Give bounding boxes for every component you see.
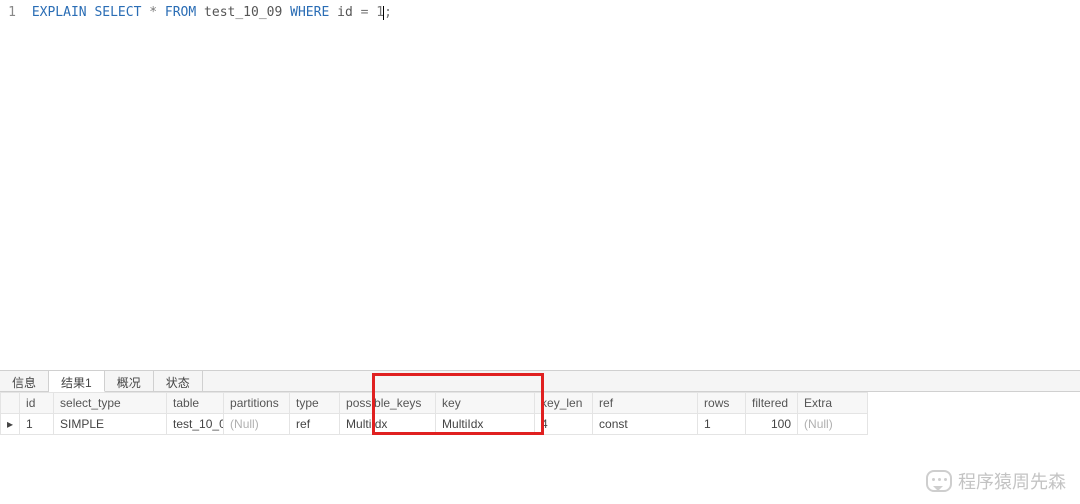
line-number: 1 [0,4,24,22]
kw-explain: EXPLAIN [32,5,87,20]
grid-header-row: idselect_typetablepartitionstypepossible… [1,393,868,414]
cell-id[interactable]: 1 [20,414,54,435]
col-partitions[interactable]: partitions [224,393,290,414]
row-marker-header [1,393,20,414]
tab-结果1[interactable]: 结果1 [49,371,105,392]
result-grid[interactable]: idselect_typetablepartitionstypepossible… [0,392,1080,435]
row-marker: ▸ [1,414,20,435]
wechat-icon [926,470,952,492]
watermark-text: 程序猿周先森 [958,468,1066,494]
col-rows[interactable]: rows [698,393,746,414]
tab-信息[interactable]: 信息 [0,371,49,391]
kw-where: WHERE [290,5,329,20]
kw-from: FROM [165,5,196,20]
ident-table: test_10_09 [204,5,282,20]
table-row[interactable]: ▸1SIMPLEtest_10_09(Null)refMultiIdxMulti… [1,414,868,435]
cell-rows[interactable]: 1 [698,414,746,435]
col-ref[interactable]: ref [593,393,698,414]
col-filtered[interactable]: filtered [746,393,798,414]
kw-select: SELECT [94,5,141,20]
cell-table[interactable]: test_10_09 [167,414,224,435]
cell-type[interactable]: ref [290,414,340,435]
watermark: 程序猿周先森 [926,468,1066,494]
op-semi: ; [384,5,392,20]
col-key[interactable]: key [436,393,535,414]
ident-col: id [337,5,353,20]
cell-ref[interactable]: const [593,414,698,435]
sql-editor[interactable]: 1 EXPLAIN SELECT * FROM test_10_09 WHERE… [0,0,1080,370]
cell-possible_keys[interactable]: MultiIdx [340,414,436,435]
col-table[interactable]: table [167,393,224,414]
col-possible_keys[interactable]: possible_keys [340,393,436,414]
cell-key_len[interactable]: 4 [535,414,593,435]
cell-partitions[interactable]: (Null) [224,414,290,435]
cell-key[interactable]: MultiIdx [436,414,535,435]
cell-Extra[interactable]: (Null) [798,414,868,435]
cell-select_type[interactable]: SIMPLE [54,414,167,435]
sql-code-line: EXPLAIN SELECT * FROM test_10_09 WHERE i… [32,4,392,22]
tab-状态[interactable]: 状态 [154,371,203,391]
result-tabs: 信息结果1概况状态 [0,370,1080,392]
col-key_len[interactable]: key_len [535,393,593,414]
op-eq: = [361,5,369,20]
cell-filtered[interactable]: 100 [746,414,798,435]
col-Extra[interactable]: Extra [798,393,868,414]
tab-概况[interactable]: 概况 [105,371,154,391]
col-select_type[interactable]: select_type [54,393,167,414]
col-type[interactable]: type [290,393,340,414]
op-star: * [149,5,157,20]
col-id[interactable]: id [20,393,54,414]
